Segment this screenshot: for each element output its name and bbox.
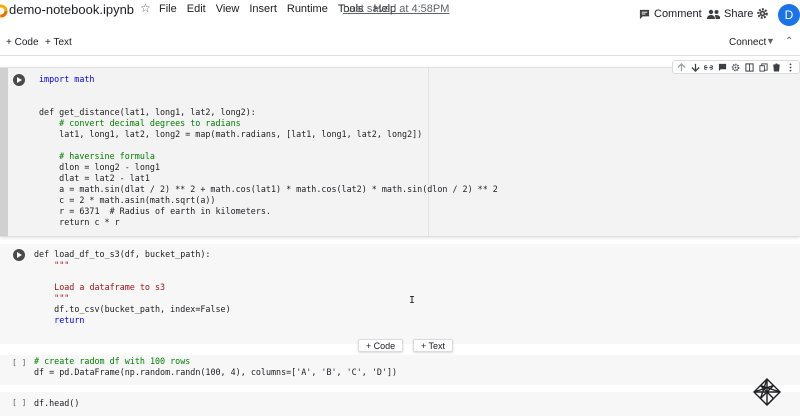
code-line: return [34, 315, 85, 325]
menu-runtime[interactable]: Runtime [282, 3, 333, 15]
code-cell[interactable]: def load_df_to_s3(df, bucket_path): """ … [0, 244, 800, 344]
mirror-cell-icon[interactable] [745, 62, 754, 72]
share-people-icon [707, 9, 720, 19]
code-line: # convert decimal degrees to radians [39, 118, 241, 128]
code-line: dlat = lat2 - lat1 [39, 173, 150, 183]
menu-view[interactable]: View [211, 3, 245, 15]
code-cell-active[interactable]: import math def get_distance(lat1, long1… [0, 67, 800, 237]
link-icon[interactable] [704, 63, 714, 72]
execution-count[interactable]: [ ] [12, 358, 26, 367]
app-header: demo-notebook.ipynb ☆ File Edit View Ins… [0, 0, 800, 32]
collapse-header-icon[interactable]: ⌃ [785, 36, 793, 47]
code-line: a = math.sin(dlat / 2) ** 2 + math.cos(l… [39, 184, 498, 194]
code-line: lat1, long1, lat2, long2 = map(math.radi… [39, 129, 423, 139]
insert-code-button[interactable]: + Code [358, 339, 403, 352]
comment-cell-icon[interactable] [718, 63, 727, 72]
cell-toolbar [672, 60, 800, 74]
run-cell-button[interactable] [13, 249, 25, 261]
code-line: # create radom df with 100 rows [34, 356, 191, 366]
mesh-loading-icon [753, 378, 781, 406]
connect-dropdown-icon[interactable]: ▼ [766, 36, 775, 46]
code-line: def get_distance(lat1, long1, lat2, long… [39, 107, 256, 117]
insert-text-button[interactable]: + Text [413, 339, 453, 352]
share-label: Share [724, 8, 754, 20]
comment-button[interactable]: Comment [639, 8, 702, 20]
code-line: return c * r [39, 217, 120, 227]
code-cell[interactable]: [ ] # create radom df with 100 rows df = … [0, 355, 800, 385]
add-code-button[interactable]: + Code [6, 37, 39, 48]
menu-insert[interactable]: Insert [244, 3, 282, 15]
last-saved-link[interactable]: Last saved at 4:58PM [343, 3, 449, 15]
move-down-icon[interactable] [691, 63, 700, 72]
cell-code-editor[interactable]: df.head() [34, 398, 79, 409]
cell-gutter [0, 68, 8, 236]
code-line: df.head() [34, 398, 80, 408]
comment-label: Comment [654, 8, 702, 20]
run-cell-button[interactable] [13, 74, 25, 86]
code-line: # haversine formula [39, 151, 155, 161]
more-options-icon[interactable] [786, 62, 795, 72]
code-line: """ [34, 293, 70, 303]
code-line: df.to_csv(bucket_path, index=False) [34, 304, 231, 314]
code-line: """ [34, 260, 70, 270]
cell-code-editor[interactable]: # create radom df with 100 rows df = pd.D… [34, 356, 397, 378]
code-line: c = 2 * math.asin(math.sqrt(a)) [39, 195, 216, 205]
settings-gear-icon[interactable] [756, 7, 769, 20]
text-cursor-icon: I [409, 295, 416, 306]
notebook-title[interactable]: demo-notebook.ipynb [9, 2, 134, 17]
star-icon[interactable]: ☆ [140, 1, 151, 15]
cell-code-editor[interactable]: import math def get_distance(lat1, long1… [39, 74, 498, 228]
user-avatar[interactable]: D [778, 4, 800, 26]
share-button[interactable]: Share [707, 8, 753, 20]
delete-trash-icon[interactable] [772, 62, 781, 72]
execution-count[interactable]: [ ] [12, 398, 26, 407]
add-text-button[interactable]: + Text [45, 37, 72, 48]
code-cell[interactable]: [ ] df.head() [0, 392, 800, 416]
move-up-icon[interactable] [677, 62, 686, 72]
connect-button[interactable]: Connect [729, 37, 766, 48]
copy-icon[interactable] [758, 62, 768, 72]
code-line: Load a dataframe to s3 [34, 282, 166, 292]
colab-logo-icon [0, 4, 8, 18]
notebook-toolbar: + Code + Text Connect ▼ ⌃ [0, 32, 800, 56]
code-line: def load_df_to_s3(df, bucket_path): [34, 249, 211, 259]
code-line: df = pd.DataFrame(np.random.randn(100, 4… [34, 367, 398, 377]
cell-settings-gear-icon[interactable] [731, 63, 740, 72]
menu-file[interactable]: File [154, 3, 182, 15]
menu-edit[interactable]: Edit [182, 3, 211, 15]
cell-code-editor[interactable]: def load_df_to_s3(df, bucket_path): """ … [34, 249, 231, 326]
comment-icon [639, 9, 650, 19]
code-line: dlon = long2 - long1 [39, 162, 161, 172]
code-line: import math [39, 74, 95, 84]
code-line: r = 6371 # Radius of earth in kilometers… [39, 206, 271, 216]
